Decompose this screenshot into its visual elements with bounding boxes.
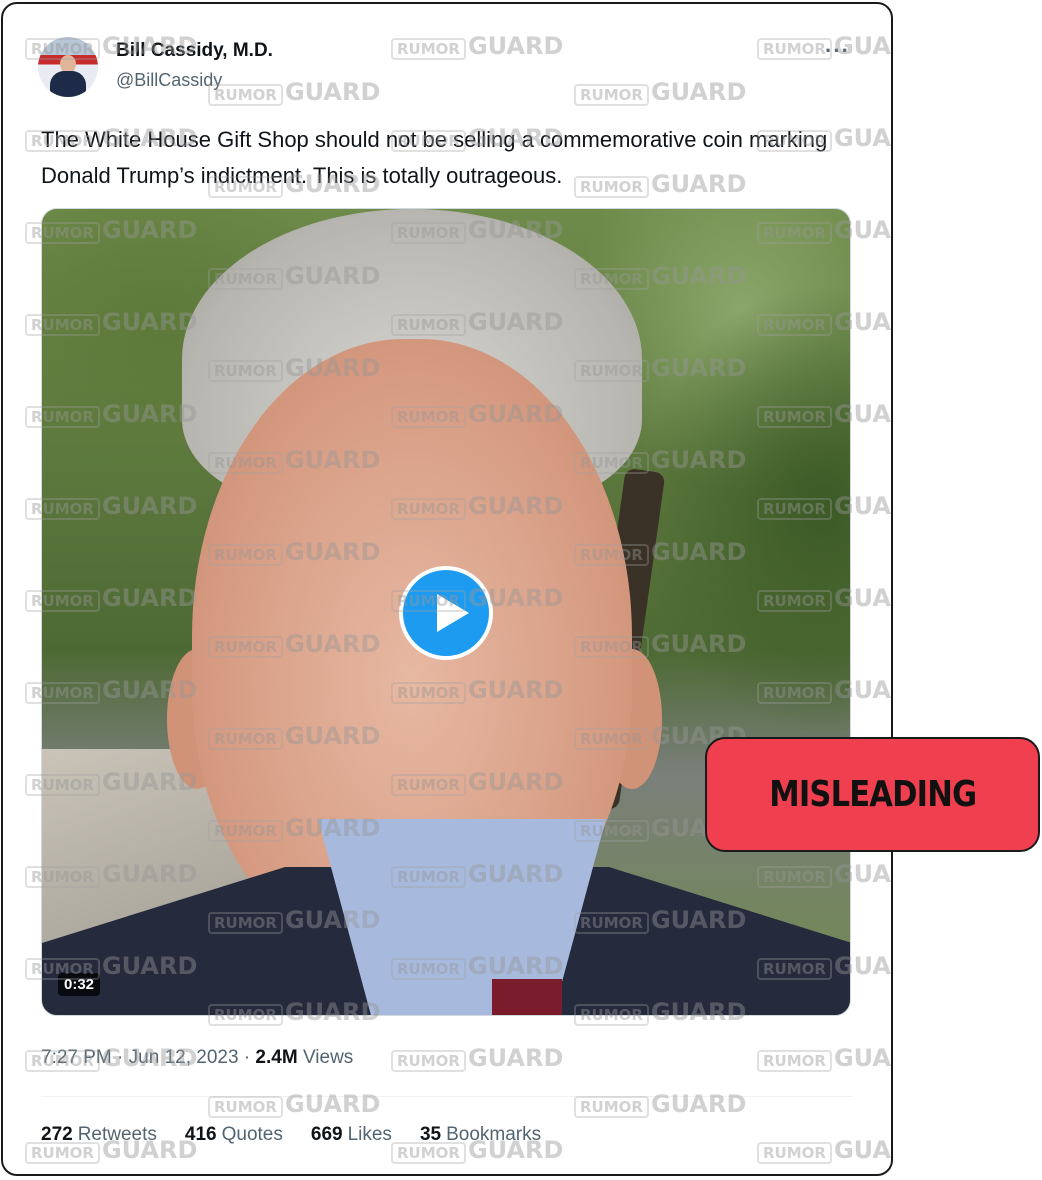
meta-separator: · (243, 1047, 251, 1068)
divider (41, 1096, 853, 1097)
badge-label: MISLEADING (769, 774, 977, 815)
watermark-rumor: RUMOR (391, 1050, 466, 1072)
watermark: RUMORGUARD (757, 1044, 891, 1072)
watermark: RUMORGUARD (574, 1090, 746, 1118)
watermark: RUMORGUARD (208, 1090, 380, 1118)
tweet-card: Bill Cassidy, M.D. @BillCassidy ··· The … (1, 2, 893, 1176)
tweet-stats: 272 Retweets 416 Quotes 669 Likes 35 Bookmar… (41, 1124, 541, 1146)
misleading-badge: MISLEADING (705, 737, 1040, 852)
video-player[interactable]: 0:32 (41, 208, 851, 1016)
stat-bookmarks[interactable]: 35 Bookmarks (420, 1124, 541, 1146)
watermark-guard: GUARD (833, 1136, 891, 1164)
stat-retweets[interactable]: 272 Retweets (41, 1124, 157, 1146)
avatar-body (50, 71, 86, 97)
views-count: 2.4M (255, 1047, 298, 1068)
tweet-date[interactable]: Jun 12, 2023 (129, 1047, 239, 1068)
stat-count: 272 (41, 1124, 73, 1145)
watermark-rumor: RUMOR (757, 1050, 832, 1072)
stat-count: 416 (184, 1124, 217, 1145)
watermark: RUMORGUARD (574, 78, 746, 106)
watermark: RUMORGUARD (208, 78, 380, 106)
watermark-guard: GUARD (284, 1090, 381, 1118)
tweet-text: The White House Gift Shop should not be … (41, 127, 828, 188)
watermark-rumor: RUMOR (574, 84, 649, 106)
play-icon[interactable] (399, 566, 493, 660)
author-handle[interactable]: @BillCassidy (116, 70, 222, 91)
watermark-guard: GUARD (284, 78, 381, 106)
watermark-rumor: RUMOR (208, 1096, 283, 1118)
more-options-icon[interactable]: ··· (825, 38, 850, 64)
watermark-guard: GUARD (650, 1090, 747, 1118)
stat-quotes[interactable]: 416 Quotes (185, 1124, 283, 1146)
stat-label: Retweets (77, 1124, 157, 1145)
stat-label: Likes (347, 1124, 392, 1145)
watermark-guard: GUARD (467, 1044, 564, 1072)
stat-likes[interactable]: 669 Likes (311, 1124, 392, 1146)
video-duration: 0:32 (58, 973, 101, 996)
meta-separator: · (117, 1047, 124, 1068)
tweet-time[interactable]: 7:27 PM (41, 1047, 112, 1068)
stat-label: Quotes (221, 1124, 283, 1145)
watermark-rumor: RUMOR (391, 38, 466, 60)
watermark-guard: GUARD (467, 32, 564, 60)
stat-count: 669 (310, 1124, 343, 1145)
watermark: RUMORGUARD (391, 1044, 563, 1072)
author-avatar[interactable] (38, 37, 98, 97)
watermark-guard: GUARD (650, 78, 747, 106)
stat-count: 35 (419, 1124, 442, 1145)
views-label: Views (302, 1047, 354, 1068)
watermark-rumor: RUMOR (757, 38, 832, 60)
video-frame-tie (492, 979, 562, 1015)
watermark-rumor: RUMOR (574, 1096, 649, 1118)
watermark: RUMORGUARD (391, 32, 563, 60)
watermark: RUMORGUARD (757, 1136, 891, 1164)
watermark-guard: GUARD (833, 1044, 891, 1072)
watermark-rumor: RUMOR (757, 1142, 832, 1164)
tweet-meta: 7:27 PM · Jun 12, 2023 · 2.4M Views (41, 1047, 353, 1069)
author-name[interactable]: Bill Cassidy, M.D. (116, 40, 273, 62)
stat-label: Bookmarks (446, 1124, 542, 1145)
